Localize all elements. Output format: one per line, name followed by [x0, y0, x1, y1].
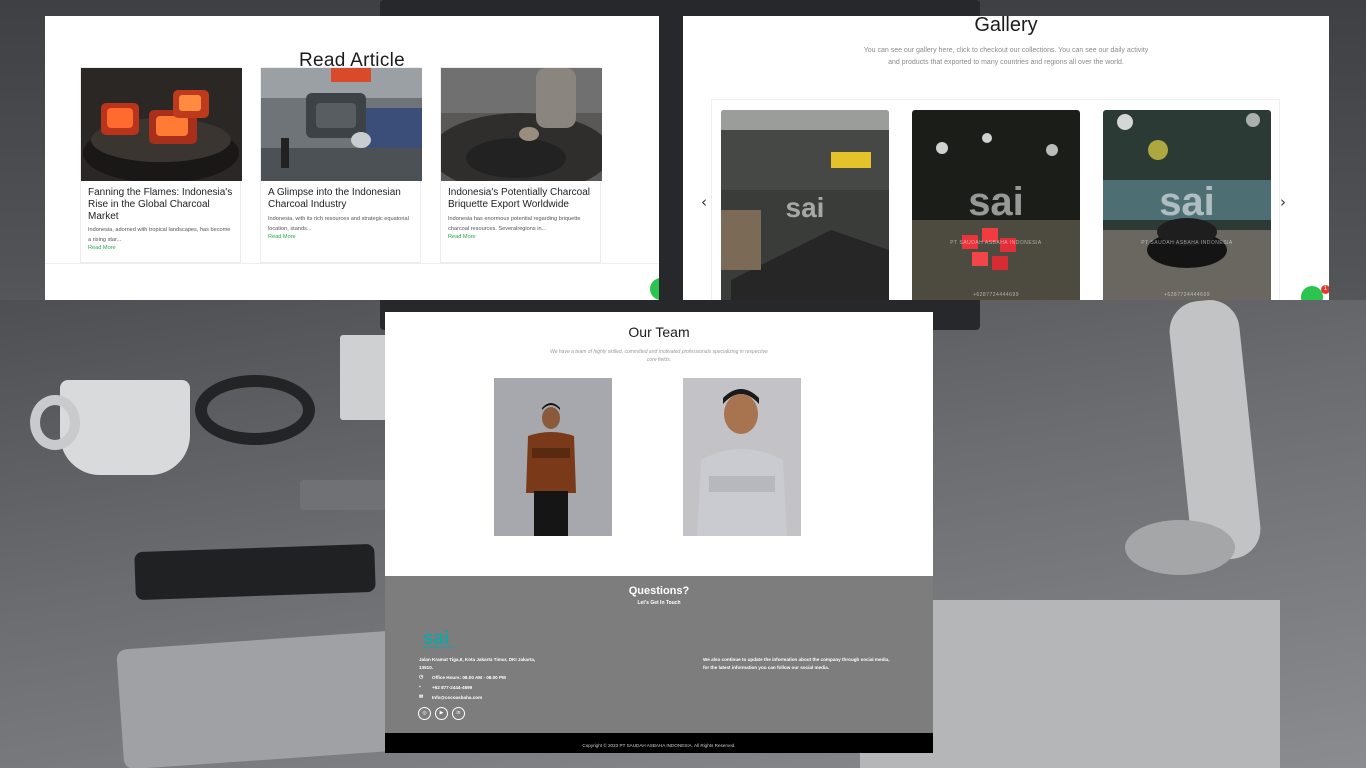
gallery-watermark-sub: PT SAUDAH ASBAHA INDONESIA [1141, 240, 1233, 246]
email-contact[interactable]: ✉ Info@cocoasbaha.com [419, 694, 482, 700]
office-hours: ◷ Office Hours: 08.00 AM - 08.00 PM [419, 674, 506, 680]
footer-social-note: We also continue to update the informati… [703, 657, 890, 671]
team-member-photo[interactable] [683, 378, 801, 536]
whatsapp-button[interactable] [1301, 286, 1323, 300]
linkedin-icon[interactable]: in [452, 707, 465, 720]
article-card[interactable]: Fanning the Flames: Indonesia's Rise in … [80, 67, 242, 263]
gallery-phone: +6287724444699 [1163, 292, 1211, 298]
phone-icon: ▪ [419, 684, 421, 690]
footer: Questions? Let's Get In Touch sai Jalan … [385, 576, 933, 733]
article-title[interactable]: A Glimpse into the Indonesian Charcoal I… [268, 187, 413, 211]
carousel-prev-icon[interactable]: ‹ [701, 193, 707, 211]
article-thumbnail[interactable] [441, 68, 602, 181]
youtube-icon[interactable]: ▶ [435, 707, 448, 720]
clock-icon: ◷ [419, 674, 424, 680]
read-more-link[interactable]: Read More [268, 234, 413, 240]
footer-title: Questions? [628, 585, 690, 597]
team-description: We have a team of highly skilled, commit… [550, 349, 768, 363]
gallery-watermark: sai [968, 180, 1024, 224]
article-excerpt: Indonesia, with its rich resources and s… [268, 215, 409, 232]
article-thumbnail[interactable] [261, 68, 422, 181]
article-card[interactable]: A Glimpse into the Indonesian Charcoal I… [260, 67, 422, 263]
team-title: Our Team [628, 324, 690, 340]
copyright-bar: Copyright © 2023 PT SAUDAH ASBAHA INDONE… [385, 733, 933, 753]
articles-section: Read Article Fanning the Flames: Indones… [45, 16, 659, 300]
footer-address: Jalan Kramat Tiga,II, Kota Jakarta Timur… [419, 657, 536, 671]
read-more-link[interactable]: Read More [448, 234, 593, 240]
article-excerpt: Indonesia, adorned with tropical landsca… [88, 227, 231, 244]
team-member-photo[interactable] [494, 378, 612, 536]
social-links: ◎ ▶ in [418, 707, 465, 720]
read-more-link[interactable]: Read More [88, 245, 233, 251]
article-thumbnail[interactable] [81, 68, 242, 181]
gallery-image[interactable]: sai [721, 110, 889, 300]
whatsapp-button[interactable] [650, 278, 659, 300]
gallery-image[interactable]: sai PT SAUDAH ASBAHA INDONESIA +62877244… [1103, 110, 1271, 300]
instagram-icon[interactable]: ◎ [418, 707, 431, 720]
article-title[interactable]: Indonesia's Potentially Charcoal Briquet… [448, 187, 593, 211]
carousel-next-icon[interactable]: › [1280, 193, 1286, 211]
gallery-image[interactable]: sai PT SAUDAH ASBAHA INDONESIA +62877244… [912, 110, 1080, 300]
gallery-title: Gallery [974, 16, 1038, 36]
company-logo[interactable]: sai [421, 626, 461, 650]
article-card[interactable]: Indonesia's Potentially Charcoal Briquet… [440, 67, 602, 263]
gallery-section: Gallery You can see our gallery here, cl… [683, 16, 1329, 300]
footer-subtitle: Let's Get In Touch [637, 600, 681, 606]
mail-icon: ✉ [419, 694, 424, 700]
gallery-phone: +6287724444699 [972, 292, 1020, 298]
svg-text:sai: sai [423, 628, 449, 649]
gallery-watermark: sai [785, 192, 825, 223]
gallery-watermark: sai [1159, 180, 1215, 224]
team-section: Our Team We have a team of highly skille… [385, 312, 933, 753]
notification-badge: 1 [1321, 285, 1329, 294]
article-excerpt: Indonesia has enormous potential regardi… [448, 215, 581, 232]
gallery-watermark-sub: PT SAUDAH ASBAHA INDONESIA [950, 240, 1042, 246]
gallery-description: You can see our gallery here, click to c… [863, 47, 1149, 66]
phone-contact[interactable]: ▪ +62 877-2444-4699 [419, 684, 472, 690]
divider [45, 263, 659, 264]
article-title[interactable]: Fanning the Flames: Indonesia's Rise in … [88, 187, 233, 222]
